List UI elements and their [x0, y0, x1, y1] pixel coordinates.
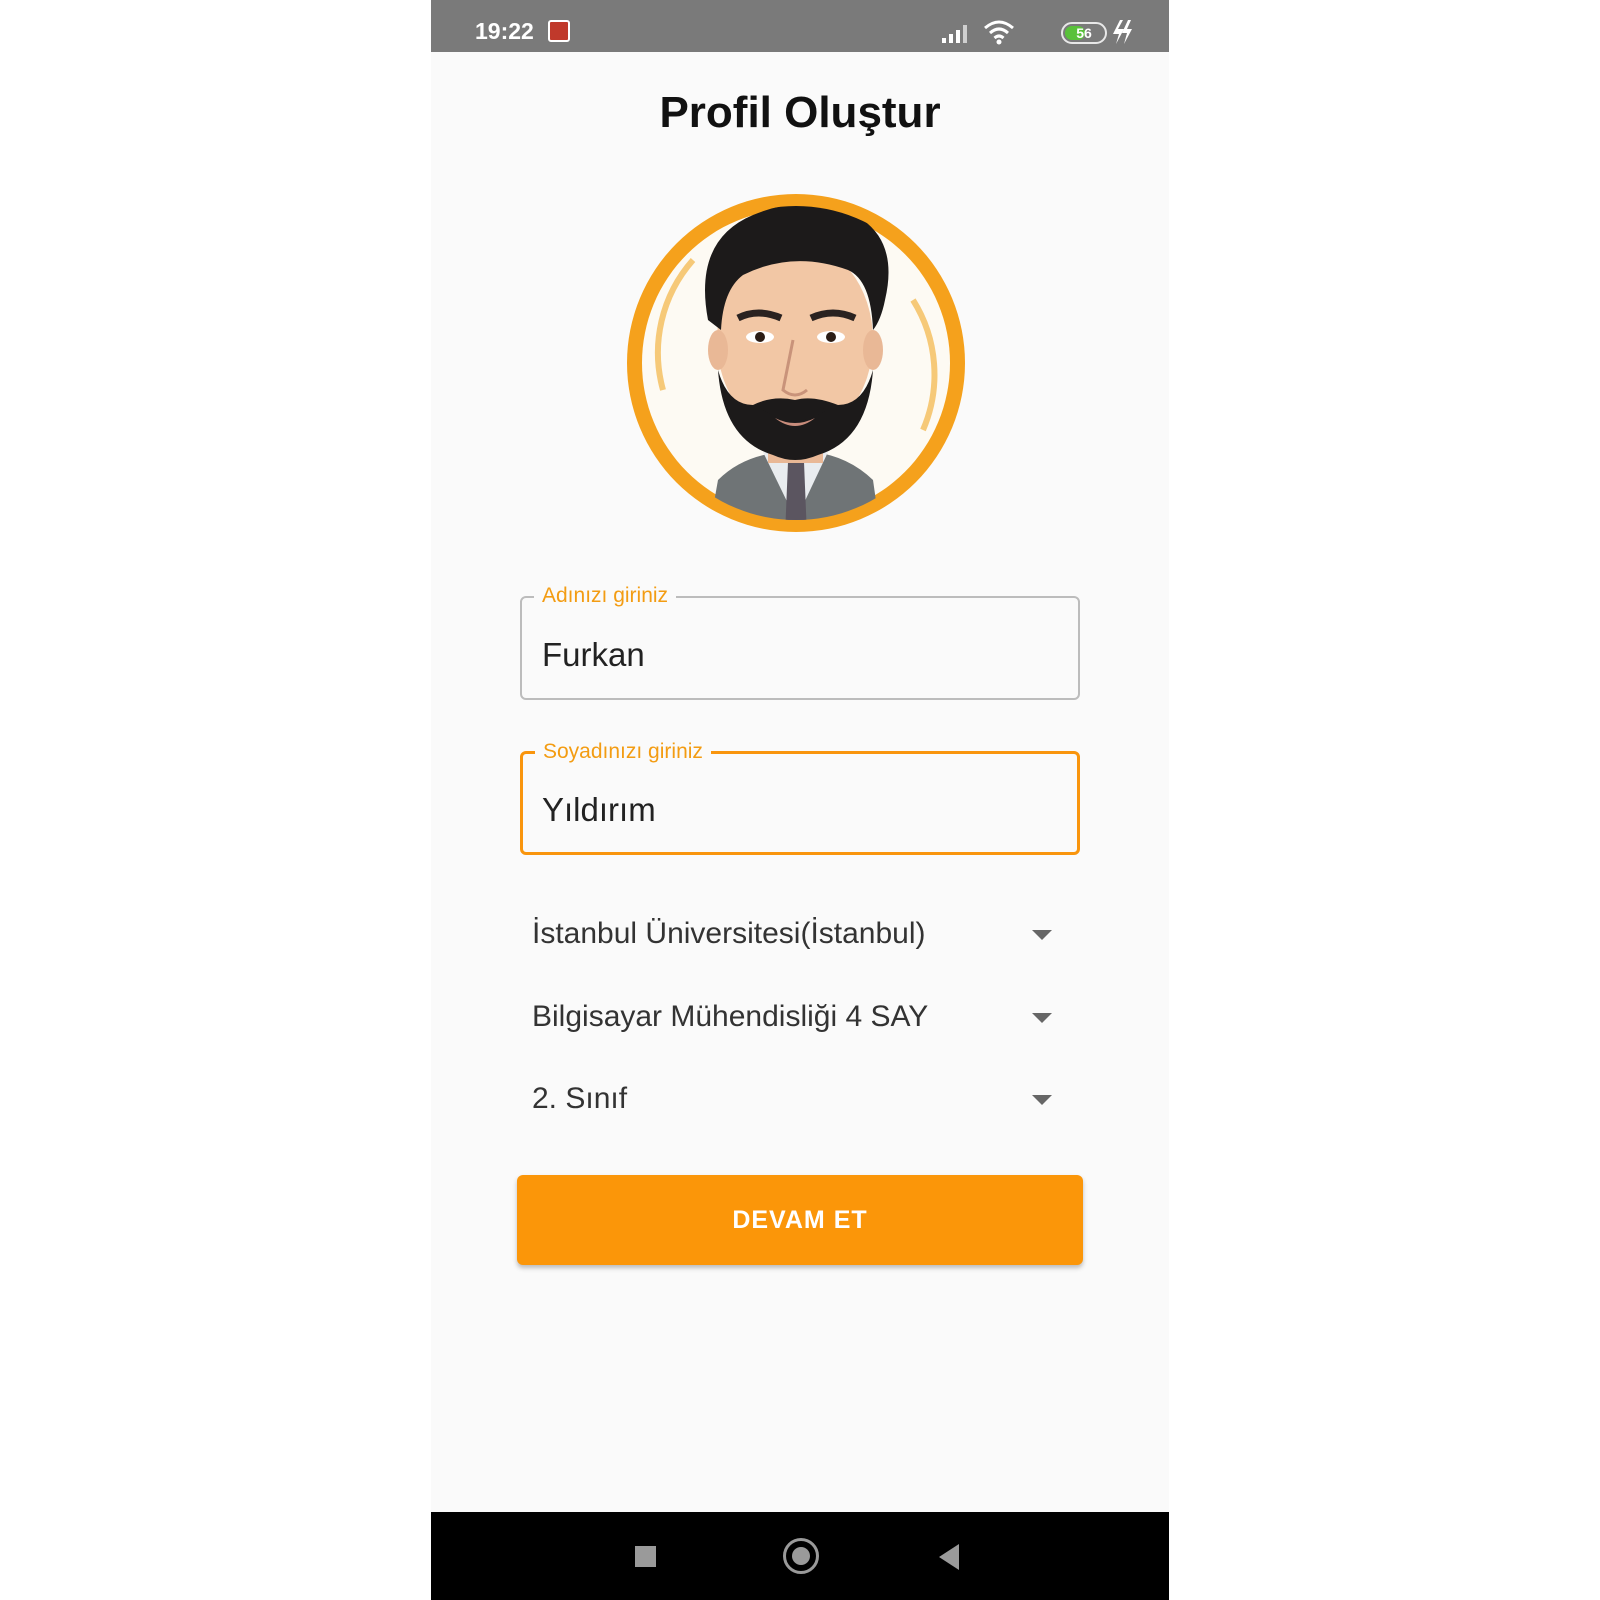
last-name-field[interactable]: Soyadınızı giriniz Yıldırım: [520, 740, 1080, 855]
battery-icon: 56: [1061, 22, 1107, 44]
last-name-value[interactable]: Yıldırım: [542, 791, 656, 829]
department-value: Bilgisayar Mühendisliği 4 SAY: [532, 1000, 929, 1033]
first-name-value[interactable]: Furkan: [542, 636, 645, 674]
recents-icon[interactable]: [635, 1546, 656, 1567]
status-bar: 19:22 56: [431, 0, 1169, 52]
first-name-label: Adınızı giriniz: [534, 584, 677, 608]
chevron-down-icon: [1032, 1095, 1052, 1105]
grade-dropdown[interactable]: 2. Sınıf: [532, 1070, 1052, 1130]
last-name-label: Soyadınızı giriniz: [535, 740, 711, 764]
status-icons: 56: [933, 17, 1133, 47]
charging-icon: [1113, 20, 1132, 44]
signal-icon: [942, 25, 967, 43]
home-icon-dot: [792, 1547, 810, 1565]
status-time: 19:22: [475, 18, 534, 44]
battery-percent: 56: [1076, 25, 1092, 41]
continue-button[interactable]: DEVAM ET: [517, 1175, 1083, 1265]
grade-value: 2. Sınıf: [532, 1082, 628, 1115]
first-name-field[interactable]: Adınızı giriniz Furkan: [520, 584, 1080, 700]
back-icon[interactable]: [939, 1544, 959, 1570]
notification-icon: [548, 20, 570, 42]
app-screen: 19:22 56 Profil Oluştur Adınızı giriniz …: [431, 0, 1169, 1600]
chevron-down-icon: [1032, 930, 1052, 940]
page-title: Profil Oluştur: [659, 88, 941, 137]
navigation-bar: [431, 1512, 1169, 1600]
home-icon[interactable]: [783, 1538, 819, 1574]
avatar-icon[interactable]: [623, 190, 969, 536]
department-dropdown[interactable]: Bilgisayar Mühendisliği 4 SAY: [532, 988, 1052, 1048]
university-value: İstanbul Üniversitesi(İstanbul): [532, 917, 926, 950]
chevron-down-icon: [1032, 1013, 1052, 1023]
university-dropdown[interactable]: İstanbul Üniversitesi(İstanbul): [532, 905, 1052, 965]
wifi-icon: [984, 20, 1014, 45]
